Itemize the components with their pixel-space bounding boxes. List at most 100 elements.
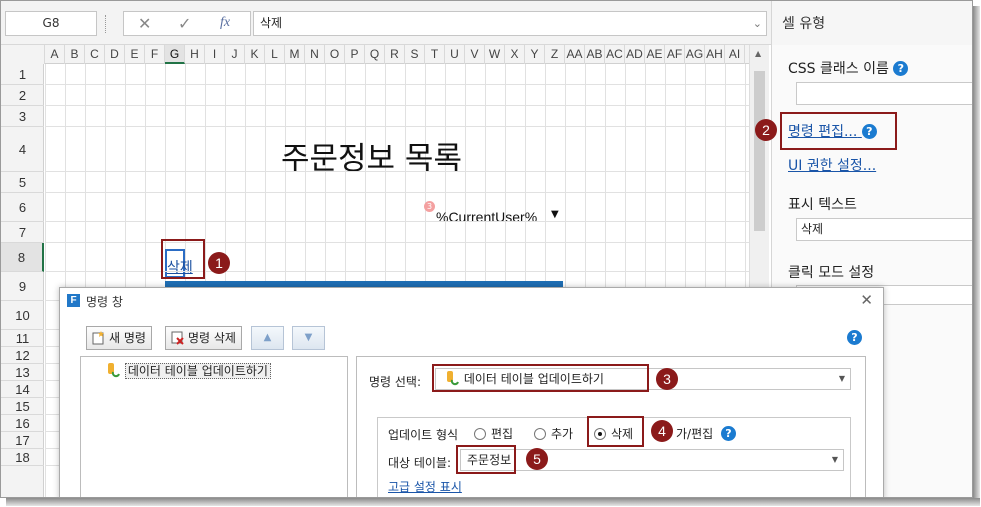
column-header[interactable]: F — [145, 45, 165, 64]
column-header[interactable]: AH — [705, 45, 725, 64]
column-header[interactable]: AG — [685, 45, 705, 64]
expand-formula-icon[interactable]: ⌄ — [753, 12, 762, 35]
row-header[interactable]: 7 — [1, 222, 44, 243]
column-headers: A B C D E F G H I J K L M N O P Q R S T U V W X Y Z AA AB AC AD AE AF AG… — [1, 45, 749, 64]
dropdown-caret-icon: ▼ — [831, 455, 838, 464]
row-gridline — [45, 126, 749, 127]
row-header[interactable]: 15 — [1, 398, 44, 415]
command-tree[interactable]: 데이터 테이블 업데이트하기 — [80, 356, 348, 497]
panel-title: 셀 유형 — [782, 16, 826, 32]
column-header[interactable]: AE — [645, 45, 665, 64]
scroll-thumb[interactable] — [754, 71, 765, 231]
column-header[interactable]: G — [165, 45, 185, 64]
radio-add-dot[interactable] — [534, 428, 546, 440]
radio-add[interactable]: 추가 — [534, 425, 573, 442]
row-header[interactable]: 1 — [1, 64, 44, 85]
dialog-title: 명령 창 — [86, 295, 123, 309]
ui-permission-link[interactable]: UI 권한 설정... — [788, 155, 876, 175]
row-header[interactable]: 6 — [1, 193, 44, 222]
column-header[interactable]: B — [65, 45, 85, 64]
dialog-titlebar[interactable]: F 명령 창 ✕ — [60, 288, 883, 314]
column-header[interactable]: O — [325, 45, 345, 64]
row-header[interactable]: 12 — [1, 347, 44, 364]
formula-bar: G8 ✕ ✓ fx 삭제 ⌄ — [1, 1, 771, 45]
column-header[interactable]: Q — [365, 45, 385, 64]
column-header[interactable]: L — [265, 45, 285, 64]
row-header[interactable]: 3 — [1, 106, 44, 127]
column-header[interactable]: AI — [725, 45, 745, 64]
row-header[interactable]: 18 — [1, 449, 44, 466]
column-header[interactable]: R — [385, 45, 405, 64]
column-header[interactable]: D — [105, 45, 125, 64]
row-header[interactable]: 17 — [1, 432, 44, 449]
column-header[interactable]: J — [225, 45, 245, 64]
row-header[interactable]: 9 — [1, 272, 44, 301]
column-header[interactable]: K — [245, 45, 265, 64]
close-icon[interactable]: ✕ — [860, 291, 873, 309]
highlight-delete-cell — [161, 239, 205, 279]
row-header[interactable]: 14 — [1, 381, 44, 398]
column-header[interactable]: AB — [585, 45, 605, 64]
radio-edit[interactable]: 편집 — [474, 425, 513, 442]
marker-1: 1 — [208, 252, 230, 274]
row-header[interactable]: 8 — [1, 243, 44, 272]
tree-item-update-table[interactable]: 데이터 테이블 업데이트하기 — [105, 362, 271, 380]
column-header[interactable]: AF — [665, 45, 685, 64]
column-header[interactable]: P — [345, 45, 365, 64]
current-user-field[interactable]: %CurrentUser% — [436, 209, 537, 225]
column-header[interactable]: X — [505, 45, 525, 64]
advanced-settings-link[interactable]: 고급 설정 표시 — [388, 478, 462, 495]
formula-content: 삭제 — [260, 16, 283, 30]
help-icon[interactable]: ? — [893, 61, 909, 76]
target-table-select[interactable]: 주문정보 ▼ — [460, 449, 844, 471]
row-header[interactable]: 4 — [1, 127, 44, 172]
move-up-button[interactable]: ▲ — [251, 326, 284, 350]
scroll-up-icon[interactable]: ▲ — [755, 49, 761, 58]
row-header[interactable]: 11 — [1, 330, 44, 347]
column-header[interactable]: AC — [605, 45, 625, 64]
delete-command-button[interactable]: 명령 삭제 — [165, 326, 242, 350]
column-header[interactable]: C — [85, 45, 105, 64]
column-header[interactable]: V — [465, 45, 485, 64]
column-header[interactable]: AD — [625, 45, 645, 64]
delete-command-label: 명령 삭제 — [188, 331, 236, 345]
insert-function-icon[interactable]: fx — [220, 15, 230, 31]
row-header[interactable]: 13 — [1, 364, 44, 381]
select-all-corner[interactable] — [1, 45, 45, 64]
row-header[interactable]: 16 — [1, 415, 44, 432]
enter-icon[interactable]: ✓ — [178, 14, 191, 33]
marker-5: 5 — [526, 448, 548, 470]
column-header[interactable]: A — [45, 45, 65, 64]
column-header[interactable]: Z — [545, 45, 565, 64]
radio-add-edit[interactable]: 가/편집 ? — [676, 425, 736, 442]
help-icon[interactable]: ? — [721, 426, 736, 441]
move-down-button[interactable]: ▼ — [292, 326, 325, 350]
column-header[interactable]: Y — [525, 45, 545, 64]
formula-input[interactable]: 삭제 ⌄ — [253, 11, 767, 36]
column-header[interactable]: H — [185, 45, 205, 64]
radio-edit-dot[interactable] — [474, 428, 486, 440]
help-icon[interactable]: ? — [847, 330, 862, 345]
row-header[interactable]: 2 — [1, 85, 44, 106]
column-header[interactable]: AA — [565, 45, 585, 64]
column-header[interactable]: M — [285, 45, 305, 64]
column-header[interactable]: W — [485, 45, 505, 64]
row-header[interactable]: 10 — [1, 301, 44, 330]
dropdown-caret-icon: ▼ — [838, 374, 845, 383]
css-class-input[interactable] — [796, 82, 972, 105]
dialog-help[interactable]: ? — [847, 330, 862, 345]
column-header[interactable]: U — [445, 45, 465, 64]
cancel-icon[interactable]: ✕ — [138, 14, 151, 33]
new-command-button[interactable]: 새 명령 — [86, 326, 152, 350]
column-header[interactable]: E — [125, 45, 145, 64]
column-header[interactable]: N — [305, 45, 325, 64]
row-header[interactable]: 5 — [1, 172, 44, 193]
new-command-label: 새 명령 — [109, 331, 146, 345]
column-header[interactable]: T — [425, 45, 445, 64]
display-text-input[interactable]: 삭제 — [796, 218, 972, 241]
column-header[interactable]: S — [405, 45, 425, 64]
current-user-dropdown-icon[interactable]: ▼ — [551, 209, 559, 220]
name-box[interactable]: G8 — [5, 11, 97, 36]
column-header[interactable]: I — [205, 45, 225, 64]
highlight-edit-command — [780, 112, 897, 150]
